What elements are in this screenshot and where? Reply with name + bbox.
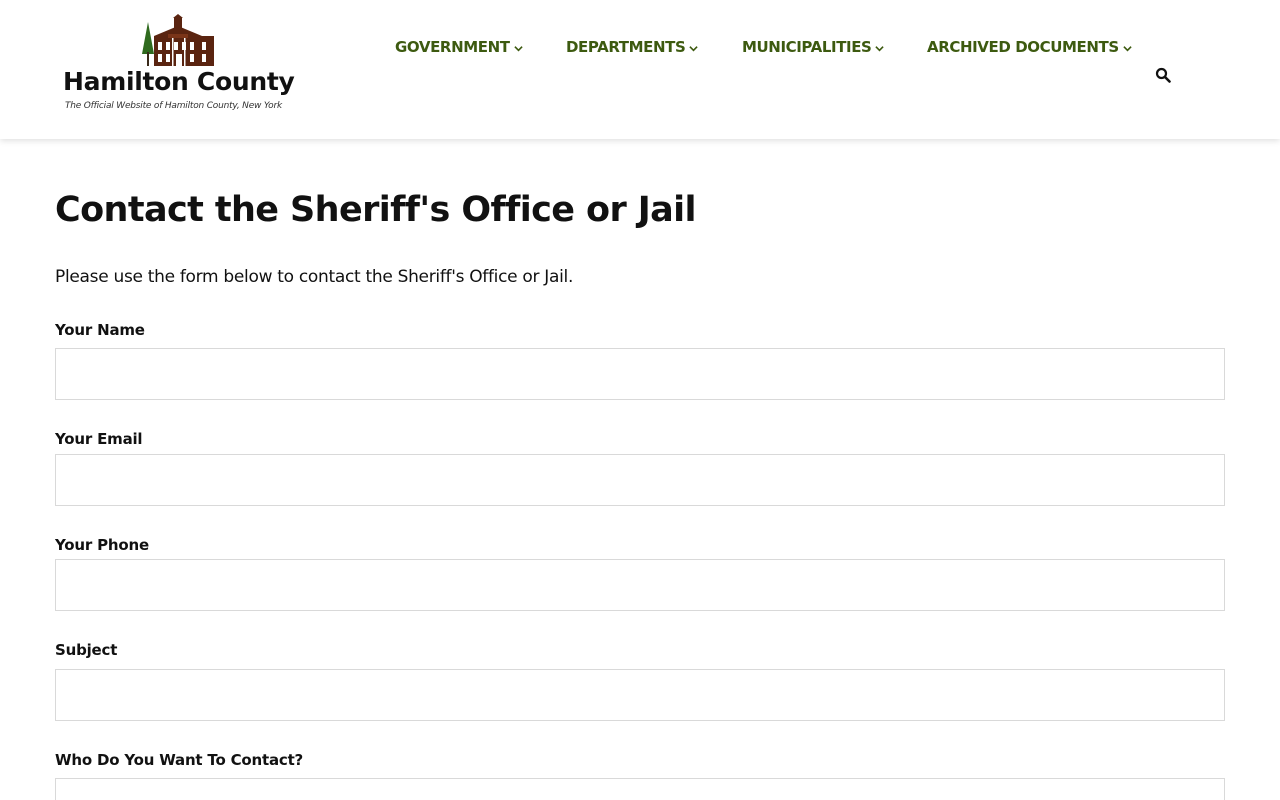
- logo-tagline: The Official Website of Hamilton County,…: [65, 101, 282, 111]
- nav-item-archived-documents[interactable]: ARCHIVED DOCUMENTS: [927, 38, 1132, 56]
- page-title: Contact the Sheriff's Office or Jail: [55, 190, 697, 230]
- site-header: Hamilton County The Official Website of …: [0, 0, 1280, 139]
- name-label: Your Name: [55, 321, 145, 339]
- nav-item-label: MUNICIPALITIES: [742, 38, 872, 56]
- chevron-down-icon: [689, 46, 699, 52]
- email-label: Your Email: [55, 430, 143, 448]
- email-field[interactable]: [55, 454, 1225, 506]
- contact-recipient-select[interactable]: [55, 778, 1225, 800]
- phone-field[interactable]: [55, 559, 1225, 611]
- intro-text: Please use the form below to contact the…: [55, 267, 574, 287]
- subject-label: Subject: [55, 641, 118, 659]
- phone-label: Your Phone: [55, 536, 149, 554]
- nav-item-label: ARCHIVED DOCUMENTS: [927, 38, 1119, 56]
- nav-item-municipalities[interactable]: MUNICIPALITIES: [742, 38, 885, 56]
- search-icon[interactable]: [1155, 67, 1171, 83]
- nav-item-label: DEPARTMENTS: [566, 38, 686, 56]
- site-logo[interactable]: Hamilton County The Official Website of …: [60, 14, 310, 116]
- nav-item-government[interactable]: GOVERNMENT: [395, 38, 523, 56]
- chevron-down-icon: [875, 46, 885, 52]
- nav-item-label: GOVERNMENT: [395, 38, 510, 56]
- courthouse-logo-icon: [142, 14, 214, 66]
- subject-field[interactable]: [55, 669, 1225, 721]
- logo-title: Hamilton County: [63, 67, 295, 96]
- nav-item-departments[interactable]: DEPARTMENTS: [566, 38, 699, 56]
- name-field[interactable]: [55, 348, 1225, 400]
- contact-recipient-label: Who Do You Want To Contact?: [55, 751, 304, 769]
- chevron-down-icon: [1123, 46, 1132, 52]
- chevron-down-icon: [513, 46, 523, 52]
